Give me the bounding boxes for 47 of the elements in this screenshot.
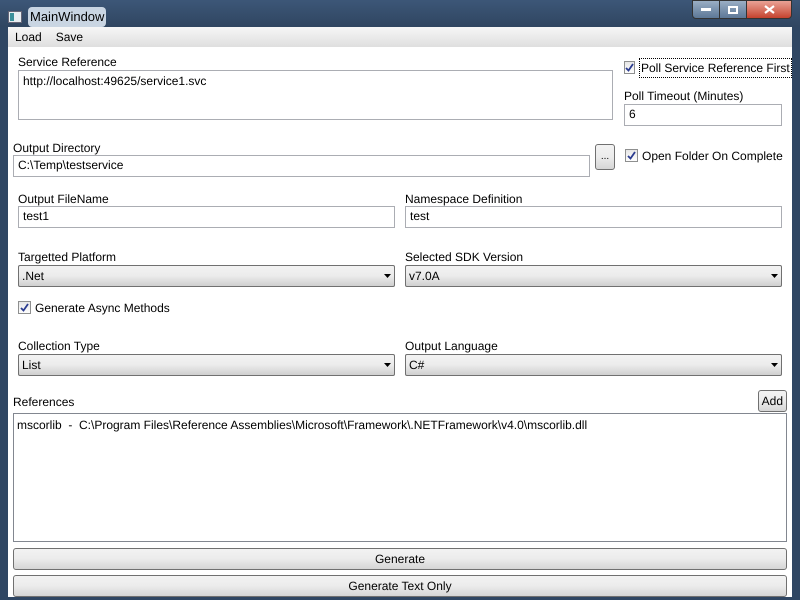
input-field[interactable]: http://localhost:49625/service1.svc xyxy=(18,70,613,120)
checkbox[interactable] xyxy=(625,149,638,162)
field-label: Collection Type xyxy=(18,338,101,352)
dropdown[interactable]: List xyxy=(18,354,395,376)
minimize-button[interactable] xyxy=(692,0,720,19)
field-label: Output FileName xyxy=(18,192,110,206)
check-icon xyxy=(20,303,29,312)
checkbox[interactable] xyxy=(18,301,31,314)
checkbox-label: Generate Async Methods xyxy=(35,300,170,316)
close-icon xyxy=(764,5,774,14)
caret-icon xyxy=(771,362,778,366)
field-label: References xyxy=(13,394,74,408)
menu-item[interactable]: Load xyxy=(9,28,48,46)
field-label: Targetted Platform xyxy=(18,250,118,264)
generate-button[interactable]: Generate xyxy=(13,548,787,570)
input-field[interactable]: test1 xyxy=(18,206,395,228)
field-label: Namespace Definition xyxy=(405,192,524,206)
field-label: Output Language xyxy=(405,338,499,352)
caret-icon xyxy=(384,362,391,366)
dropdown[interactable]: v7.0A xyxy=(405,264,782,286)
window-title: MainWindow xyxy=(28,7,106,26)
checkbox-label: Open Folder On Complete xyxy=(642,148,783,164)
field-label: Poll Timeout (Minutes) xyxy=(624,88,744,102)
field-label: Output Directory xyxy=(13,140,102,154)
add-button[interactable]: Add xyxy=(758,390,787,412)
caret-icon xyxy=(384,274,391,278)
maximize-icon xyxy=(728,6,738,14)
field-label: Service Reference xyxy=(18,54,118,68)
check-icon xyxy=(627,151,636,160)
input-field[interactable]: C:\Temp\testservice xyxy=(13,154,590,176)
close-button[interactable] xyxy=(746,0,792,19)
window-icon xyxy=(8,10,22,23)
dropdown[interactable]: .Net xyxy=(18,264,395,286)
caret-icon xyxy=(771,274,778,278)
browse-button[interactable]: ... xyxy=(595,144,615,170)
maximize-button[interactable] xyxy=(720,0,746,19)
check-icon xyxy=(625,63,634,72)
minimize-icon xyxy=(701,8,711,11)
checkbox-label: Poll Service Reference First xyxy=(639,58,792,78)
dropdown[interactable]: C# xyxy=(405,354,782,376)
reference-item[interactable]: mscorlib - C:\Program Files\Reference Assemblies\Microsoft\Framework\.NETFramework\v4.0\mscorlib.dll xyxy=(17,416,783,432)
menu-item[interactable]: Save xyxy=(50,28,90,46)
field-label: Selected SDK Version xyxy=(405,250,524,264)
checkbox[interactable] xyxy=(624,61,635,74)
input-field[interactable]: 6 xyxy=(624,104,782,126)
input-field[interactable]: test xyxy=(405,206,782,228)
generate-button[interactable]: Generate Text Only xyxy=(13,574,787,596)
